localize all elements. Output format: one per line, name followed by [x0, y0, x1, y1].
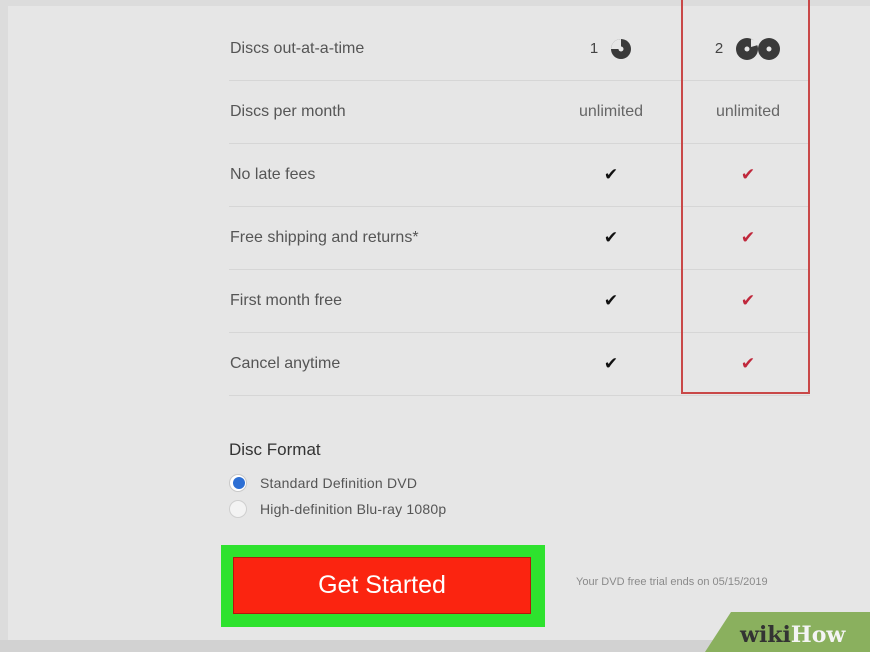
- radio-unselected[interactable]: [229, 500, 247, 518]
- format-option-dvd[interactable]: Standard Definition DVD: [229, 472, 417, 494]
- row-label: No late fees: [230, 166, 316, 183]
- row-label: Discs per month: [230, 103, 346, 120]
- trial-end-note: Your DVD free trial ends on 05/15/2019: [576, 576, 768, 588]
- disc-format-title: Disc Format: [229, 440, 321, 459]
- plan1-cell: 1: [551, 17, 671, 80]
- check-icon: ✔: [603, 228, 619, 247]
- get-started-button[interactable]: Get Started: [233, 557, 531, 614]
- plan1-disc-count: 1: [589, 40, 599, 57]
- check-icon: ✔: [603, 354, 619, 373]
- plan1-value: unlimited: [578, 102, 644, 120]
- plan1-cell: ✔: [551, 269, 671, 332]
- format-option-label: Standard Definition DVD: [260, 475, 418, 491]
- screenshot-frame: Discs out-at-a-time 1 2 Discs per month …: [0, 0, 870, 652]
- row-label: Discs out-at-a-time: [230, 40, 365, 57]
- selected-plan-highlight[interactable]: [681, 0, 810, 394]
- single-disc-icon: [611, 38, 632, 59]
- plan1-cell: ✔: [551, 206, 671, 269]
- plan1-cell: ✔: [551, 143, 671, 206]
- radio-selected[interactable]: [229, 474, 247, 492]
- row-label: First month free: [230, 292, 343, 309]
- format-option-bluray[interactable]: High-definition Blu-ray 1080p: [229, 498, 446, 520]
- row-label: Free shipping and returns*: [230, 229, 419, 246]
- wikihow-logo-how: How: [790, 622, 846, 648]
- format-option-label: High-definition Blu-ray 1080p: [260, 501, 447, 517]
- check-icon: ✔: [603, 291, 619, 310]
- wikihow-logo-wiki: wiki: [740, 622, 791, 648]
- check-icon: ✔: [603, 165, 619, 184]
- wikihow-logo: wikiHow: [740, 622, 845, 648]
- plan1-cell: ✔: [551, 332, 671, 395]
- row-label: Cancel anytime: [230, 355, 341, 372]
- plan1-cell: unlimited: [551, 80, 671, 143]
